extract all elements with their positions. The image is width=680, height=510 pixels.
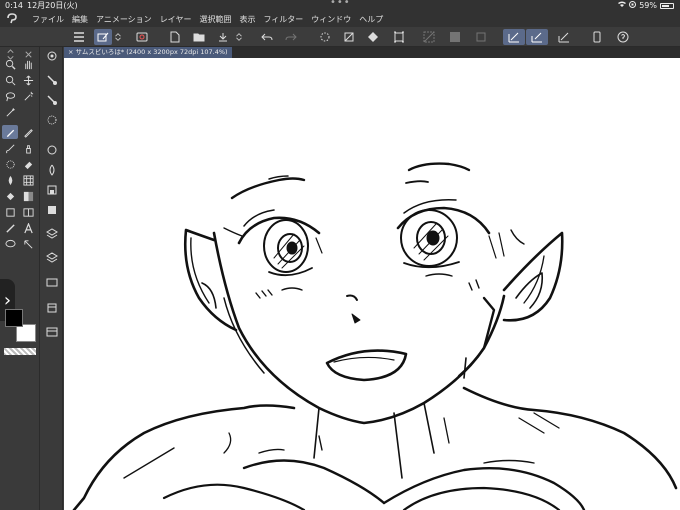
menu-help[interactable]: ヘルプ	[359, 14, 383, 25]
main-color-swatch[interactable]	[5, 309, 23, 327]
companion-mode-icon[interactable]	[133, 29, 151, 45]
menu-edit[interactable]: 編集	[72, 14, 88, 25]
save-stepper-icon[interactable]	[234, 29, 244, 45]
undo-icon[interactable]	[258, 29, 276, 45]
orientation-lock-icon	[629, 0, 637, 11]
subtool-frame-icon[interactable]	[46, 299, 58, 313]
smartphone-icon[interactable]	[588, 29, 606, 45]
lasso-tool-icon[interactable]	[2, 89, 18, 103]
subtool-droplet-icon[interactable]	[46, 161, 58, 176]
ruler-tool-icon[interactable]	[2, 221, 18, 235]
subtool-layer-icon[interactable]	[46, 141, 58, 155]
redo-icon[interactable]	[282, 29, 300, 45]
snap-grid-icon[interactable]	[555, 29, 573, 45]
chevron-right-icon: ›	[3, 289, 12, 311]
wifi-icon	[618, 0, 627, 11]
snap-special-ruler-icon[interactable]	[526, 29, 548, 45]
tool-palette: ›	[0, 47, 40, 510]
close-tab-icon[interactable]: ×	[68, 48, 73, 56]
document-tab-bar: × サムスビいろは* (2400 x 3200px 72dpi 107.4%)	[64, 47, 680, 58]
fill-icon[interactable]	[364, 29, 382, 45]
status-bar: 0:14 12月20日(火) ••• 59%	[0, 0, 680, 11]
subtool-navigator-icon[interactable]	[46, 273, 58, 287]
new-file-icon[interactable]	[166, 29, 184, 45]
move-tool-icon[interactable]	[20, 73, 36, 87]
subtool-film-icon[interactable]	[46, 323, 58, 337]
figure-tool-icon[interactable]	[2, 205, 18, 219]
pencil-tool-icon[interactable]	[20, 125, 36, 139]
transform-icon[interactable]	[390, 29, 408, 45]
snap-ruler-icon[interactable]	[503, 29, 525, 45]
airbrush-tool-icon[interactable]	[20, 141, 36, 155]
hand-tool-icon[interactable]	[20, 57, 36, 71]
sub-tool-strip	[41, 47, 63, 510]
subtool-stack-icon[interactable]	[46, 249, 58, 263]
fill-tool-icon[interactable]	[20, 173, 36, 187]
correct-line-tool-icon[interactable]	[20, 237, 36, 251]
invert-selection-icon[interactable]	[446, 29, 464, 45]
menu-selection[interactable]: 選択範囲	[199, 14, 231, 25]
transparent-color-swatch[interactable]	[4, 348, 36, 355]
subtool-settings-icon[interactable]	[46, 47, 58, 61]
status-date: 12月20日(火)	[27, 1, 78, 10]
save-icon[interactable]	[214, 29, 232, 45]
magic-wand-icon[interactable]	[20, 89, 36, 103]
frame-tool-icon[interactable]	[20, 205, 36, 219]
subtool-gpen-icon[interactable]	[46, 91, 58, 105]
multitask-dots-icon[interactable]: •••	[330, 0, 351, 8]
document-title: サムスビいろは* (2400 x 3200px 72dpi 107.4%)	[75, 48, 228, 56]
edit-mode-icon[interactable]	[94, 29, 112, 45]
brush-tool-icon[interactable]	[2, 141, 18, 155]
bucket-tool-icon[interactable]	[2, 189, 18, 203]
mode-stepper-icon[interactable]	[113, 29, 123, 45]
text-tool-icon[interactable]	[20, 221, 36, 235]
line-art-sketch	[72, 162, 678, 510]
help-icon[interactable]	[614, 29, 632, 45]
loading-icon[interactable]	[316, 29, 334, 45]
subtool-save-icon[interactable]	[46, 181, 58, 195]
subtool-marker-icon[interactable]	[46, 111, 58, 125]
decoration-tool-icon[interactable]	[2, 157, 18, 171]
subtool-pen-icon[interactable]	[46, 71, 58, 85]
menu-file[interactable]: ファイル	[32, 14, 64, 25]
subtool-layers-icon[interactable]	[46, 225, 58, 239]
hamburger-menu-icon[interactable]	[70, 29, 88, 45]
open-file-icon[interactable]	[190, 29, 208, 45]
status-time: 0:14	[5, 1, 23, 10]
eraser-tool-icon[interactable]	[20, 157, 36, 171]
drawing-canvas[interactable]	[64, 58, 680, 510]
operation-tool-icon[interactable]	[2, 73, 18, 87]
balloon-tool-icon[interactable]	[2, 237, 18, 251]
document-tab[interactable]: × サムスビいろは* (2400 x 3200px 72dpi 107.4%)	[64, 47, 232, 58]
battery-percent: 59%	[639, 1, 657, 10]
battery-icon	[660, 2, 674, 9]
deselect-icon[interactable]	[420, 29, 438, 45]
selection-outline-icon[interactable]	[472, 29, 490, 45]
zoom-tool-icon[interactable]	[2, 57, 18, 71]
gradient-tool-icon[interactable]	[20, 189, 36, 203]
menu-view[interactable]: 表示	[239, 14, 255, 25]
subtool-material-icon[interactable]	[46, 201, 58, 214]
menu-filter[interactable]: フィルター	[263, 14, 303, 25]
menu-layer[interactable]: レイヤー	[160, 14, 192, 25]
battery-fill	[662, 4, 670, 7]
app-logo-icon[interactable]	[0, 12, 24, 27]
menu-animation[interactable]: アニメーション	[96, 14, 152, 25]
menu-bar: ファイル 編集 アニメーション レイヤー 選択範囲 表示 フィルター ウィンドウ…	[0, 11, 680, 27]
clear-layer-icon[interactable]	[340, 29, 358, 45]
pen-tool-icon[interactable]	[2, 125, 18, 139]
blend-tool-icon[interactable]	[2, 173, 18, 187]
status-right: 59%	[618, 0, 674, 11]
command-bar	[0, 27, 680, 47]
eyedropper-icon[interactable]	[2, 105, 18, 119]
menu-window[interactable]: ウィンドウ	[311, 14, 351, 25]
